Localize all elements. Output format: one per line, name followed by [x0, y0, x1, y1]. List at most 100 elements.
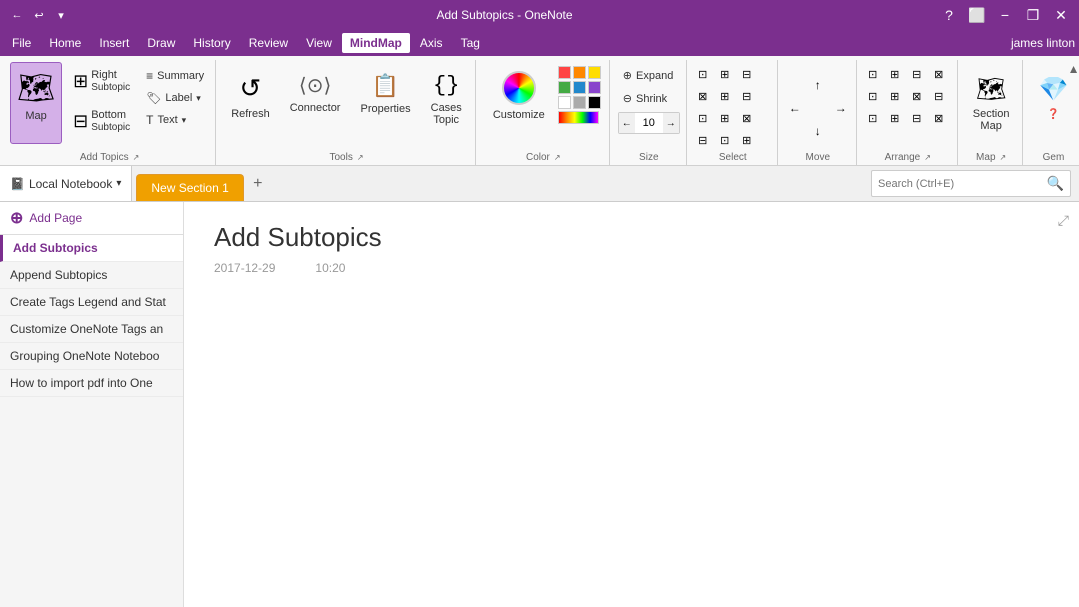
text-button[interactable]: T Text ▾: [141, 110, 209, 130]
notebook-selector[interactable]: 📓 Local Notebook ▾: [0, 166, 132, 201]
restore-button[interactable]: ⬜: [967, 5, 987, 25]
add-page-button[interactable]: ⊕ Add Page: [0, 202, 183, 235]
arrange-btn-12[interactable]: ⊠: [929, 108, 949, 128]
note-expand-button[interactable]: ⤢: [1058, 212, 1069, 229]
dropdown-arrow[interactable]: ▾: [52, 6, 70, 24]
select-btn-11[interactable]: ⊡: [715, 130, 735, 150]
menu-insert[interactable]: Insert: [91, 33, 137, 53]
arrange-btn-4[interactable]: ⊠: [929, 64, 949, 84]
select-btn-5[interactable]: ⊞: [715, 86, 735, 106]
size-increase-button[interactable]: →: [663, 113, 679, 133]
select-btn-9[interactable]: ⊠: [737, 108, 757, 128]
menu-draw[interactable]: Draw: [139, 33, 183, 53]
ribbon-collapse-button[interactable]: ▲: [1068, 62, 1079, 76]
arrange-btn-1[interactable]: ⊡: [863, 64, 883, 84]
arrange-btn-6[interactable]: ⊞: [885, 86, 905, 106]
gem-help-button[interactable]: ❓: [1042, 106, 1064, 123]
color-swatch-5[interactable]: [573, 81, 586, 94]
help-button[interactable]: ?: [939, 5, 959, 25]
note-date: 2017-12-29: [214, 261, 275, 275]
arrange-btn-5[interactable]: ⊡: [863, 86, 883, 106]
refresh-button[interactable]: ↺ Refresh: [224, 62, 277, 144]
expand-button[interactable]: ⊕ Expand: [618, 66, 680, 85]
menu-axis[interactable]: Axis: [412, 33, 451, 53]
menu-tag[interactable]: Tag: [453, 33, 488, 53]
color-swatch-7[interactable]: [558, 96, 571, 109]
color-swatch-6[interactable]: [588, 81, 601, 94]
arrange-btn-2[interactable]: ⊞: [885, 64, 905, 84]
menu-home[interactable]: Home: [41, 33, 89, 53]
move-down-button[interactable]: ↓: [807, 120, 829, 142]
arrange-expand-icon[interactable]: ↗: [924, 153, 931, 162]
map-button[interactable]: 🗺 Map: [10, 62, 62, 144]
select-btn-7[interactable]: ⊡: [693, 108, 713, 128]
color-swatch-4[interactable]: [558, 81, 571, 94]
page-item-add-subtopics[interactable]: Add Subtopics: [0, 235, 183, 262]
close-button[interactable]: ✕: [1051, 5, 1071, 25]
move-left-button[interactable]: ←: [784, 97, 806, 119]
select-group-label: Select: [693, 150, 773, 165]
menu-view[interactable]: View: [298, 33, 340, 53]
select-btn-8[interactable]: ⊞: [715, 108, 735, 128]
page-item-grouping[interactable]: Grouping OneNote Noteboo: [0, 343, 183, 370]
section-map-button[interactable]: 🗺 SectionMap: [966, 66, 1017, 148]
select-btn-4[interactable]: ⊠: [693, 86, 713, 106]
color-swatch-3[interactable]: [588, 66, 601, 79]
search-button[interactable]: 🔍: [1047, 175, 1064, 192]
arrange-btn-7[interactable]: ⊠: [907, 86, 927, 106]
color-swatch-1[interactable]: [558, 66, 571, 79]
back-button[interactable]: ←: [8, 6, 26, 24]
cases-topic-button[interactable]: {} CasesTopic: [424, 62, 469, 144]
arrange-btn-10[interactable]: ⊞: [885, 108, 905, 128]
section-tab-new-section-1[interactable]: New Section 1: [136, 174, 243, 201]
tools-expand-icon[interactable]: ↗: [357, 153, 364, 162]
color-swatch-9[interactable]: [588, 96, 601, 109]
page-item-append-subtopics[interactable]: Append Subtopics: [0, 262, 183, 289]
select-btn-10[interactable]: ⊟: [693, 130, 713, 150]
summary-button[interactable]: ≡ Summary: [141, 66, 209, 86]
gem-button[interactable]: 💎 ❓: [1031, 66, 1075, 148]
shrink-button[interactable]: ⊖ Shrink: [618, 89, 680, 108]
size-input[interactable]: [635, 117, 663, 129]
arrange-btn-11[interactable]: ⊟: [907, 108, 927, 128]
size-decrease-button[interactable]: ←: [619, 113, 635, 133]
page-item-create-tags[interactable]: Create Tags Legend and Stat: [0, 289, 183, 316]
right-subtopic-button[interactable]: ⊞ RightSubtopic: [66, 62, 137, 100]
connector-button[interactable]: ⟨⊙⟩ Connector: [283, 62, 348, 144]
select-btn-2[interactable]: ⊞: [715, 64, 735, 84]
menu-mindmap[interactable]: MindMap: [342, 33, 410, 53]
menu-review[interactable]: Review: [241, 33, 296, 53]
bottom-subtopic-button[interactable]: ⊟ BottomSubtopic: [66, 102, 137, 140]
add-topics-expand-icon[interactable]: ↗: [133, 153, 140, 162]
map-expand-icon[interactable]: ↗: [1000, 153, 1007, 162]
move-up-button[interactable]: ↑: [807, 74, 829, 96]
select-btn-1[interactable]: ⊡: [693, 64, 713, 84]
properties-button[interactable]: 📋 Properties: [353, 62, 417, 144]
page-item-customize-onenote[interactable]: Customize OneNote Tags an: [0, 316, 183, 343]
select-btn-12[interactable]: ⊞: [737, 130, 757, 150]
customize-button[interactable]: Customize: [486, 62, 552, 144]
color-swatch-active[interactable]: [558, 111, 599, 124]
color-swatch-8[interactable]: [573, 96, 586, 109]
maximize-button[interactable]: ❐: [1023, 5, 1043, 25]
select-btn-6[interactable]: ⊟: [737, 86, 757, 106]
minimize-button[interactable]: −: [995, 5, 1015, 25]
arrange-btn-3[interactable]: ⊟: [907, 64, 927, 84]
select-btn-3[interactable]: ⊟: [737, 64, 757, 84]
search-input[interactable]: [878, 178, 1043, 190]
add-section-button[interactable]: +: [246, 172, 270, 196]
note-content[interactable]: [214, 295, 1049, 495]
color-swatch-2[interactable]: [573, 66, 586, 79]
color-expand-icon[interactable]: ↗: [554, 153, 561, 162]
label-button[interactable]: 🏷 Label ▾: [141, 88, 209, 108]
page-item-import-pdf[interactable]: How to import pdf into One: [0, 370, 183, 397]
menu-history[interactable]: History: [185, 33, 238, 53]
move-right-button[interactable]: →: [830, 97, 852, 119]
arrange-btn-8[interactable]: ⊟: [929, 86, 949, 106]
undo-button[interactable]: ↩: [30, 6, 48, 24]
ribbon-group-add-topics: 🗺 Map ⊞ RightSubtopic ⊟ BottomSubtopic: [4, 60, 216, 165]
move-center-button[interactable]: [807, 97, 829, 119]
arrange-btn-9[interactable]: ⊡: [863, 108, 883, 128]
menu-file[interactable]: File: [4, 33, 39, 53]
cases-icon: {}: [433, 73, 459, 98]
